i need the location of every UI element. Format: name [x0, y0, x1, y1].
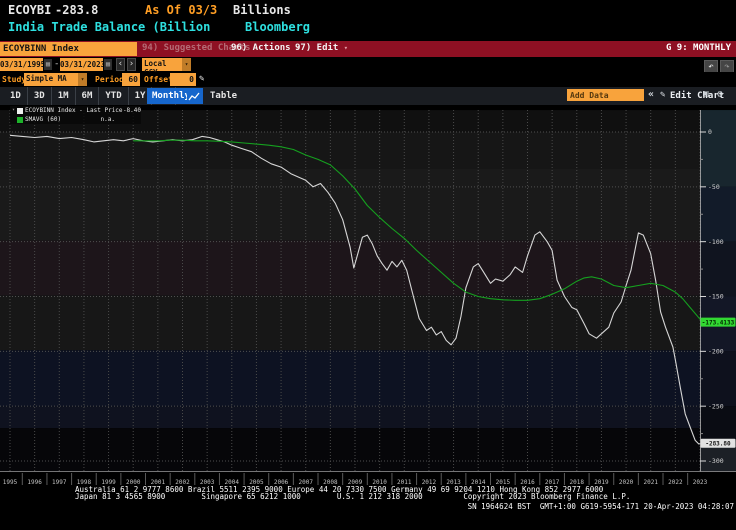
collapse-panel-icon[interactable]: «	[648, 89, 654, 100]
chart-plot-area[interactable]: 0-50-100-150-200-250-300 199519961997199…	[0, 105, 736, 487]
plot-band	[0, 132, 700, 168]
footer-terminal-info: SN 1964624 BST GMT+1:00 G619-5954-171 20…	[468, 502, 734, 511]
actions-menu-button[interactable]: 96) Actions ▾	[231, 43, 300, 53]
series2-swatch	[17, 117, 23, 123]
header-line1: ECOYBI -283.8 As Of 03/3 Billions	[0, 3, 736, 20]
tab-ytd[interactable]: YTD	[99, 87, 128, 105]
next-period-button[interactable]: ›	[127, 58, 136, 71]
series1-label: ECOYBINN Index - Last Price	[25, 106, 123, 115]
y-tick-label: -300	[708, 457, 724, 465]
tab-1d[interactable]: 1D	[4, 87, 28, 105]
prev-period-button[interactable]: ‹	[116, 58, 125, 71]
right-axis-strip	[700, 110, 736, 472]
badge-value: -283.80	[705, 441, 731, 448]
y-tick-label: -100	[708, 238, 724, 246]
table-button[interactable]: Table	[210, 87, 237, 105]
x-tick-label: 2022	[668, 479, 683, 486]
offset-input[interactable]	[170, 73, 196, 86]
x-tick-label: 1996	[27, 479, 42, 486]
plot-band	[0, 406, 700, 428]
x-tick-label: 2020	[619, 479, 634, 486]
chevron-down-icon: ▾	[10, 106, 17, 115]
y-tick-label: -200	[708, 348, 724, 356]
period-input[interactable]	[122, 73, 140, 86]
brand-label: Bloomberg	[245, 20, 310, 34]
units-label: Billions	[233, 3, 291, 17]
study-row: Study Simple MA ▾ Period Offset ✎	[0, 72, 736, 87]
ticker-last-value: -283.8	[55, 3, 98, 17]
badge-value: -173.4133	[702, 319, 735, 326]
date-range-row: ▦ - ▦ ‹ › Local CCY ▾	[0, 57, 736, 72]
series1-swatch	[17, 108, 23, 114]
study-select[interactable]: Simple MA	[24, 73, 78, 86]
as-of-label: As Of 03/3	[145, 3, 217, 17]
y-tick-label: -150	[708, 293, 724, 301]
legend-row-smavg[interactable]: SMAVG (60) n.a.	[10, 115, 141, 124]
axis-band	[700, 187, 736, 242]
x-tick-label: 2023	[693, 479, 708, 486]
line-chart-icon	[188, 91, 200, 103]
chart-legend: ▾ ECOYBINN Index - Last Price -8.40 SMAV…	[10, 106, 141, 124]
y-tick-label: -50	[708, 183, 720, 191]
pencil-icon: ✎	[660, 90, 665, 100]
axis-band	[700, 351, 736, 406]
add-data-input[interactable]	[567, 89, 644, 101]
chart-toolbar: 1D 3D 1M 6M YTD 1Y 5Y Max Monthly▼ Table…	[0, 87, 736, 105]
export-icon[interactable]: ▣	[703, 89, 708, 99]
tab-6m[interactable]: 6M	[76, 87, 100, 105]
command-bar: 94) Suggested Charts 96) Actions ▾ 97) E…	[0, 41, 736, 57]
calendar-icon[interactable]: ▦	[104, 59, 112, 70]
chevron-down-icon[interactable]: ▾	[78, 73, 87, 86]
series2-label: SMAVG (60)	[25, 115, 61, 124]
chart-type-button[interactable]	[187, 88, 201, 104]
plot-band	[0, 350, 700, 406]
footer-contacts-line2: Japan 81 3 4565 8900 Singapore 65 6212 1…	[75, 494, 630, 501]
y-tick-label: 0	[708, 128, 712, 136]
axis-band	[700, 406, 736, 441]
axis-band	[700, 110, 736, 187]
page-indicator: G 9: MONTHLY	[666, 43, 731, 53]
edit-menu-button[interactable]: 97) Edit ▾	[295, 43, 348, 53]
period-label: Period	[95, 75, 124, 84]
date-separator: -	[54, 59, 59, 69]
date-from-input[interactable]	[0, 58, 43, 71]
pencil-icon[interactable]: ✎	[199, 74, 204, 84]
currency-select[interactable]: Local CCY	[142, 58, 182, 71]
series1-value: -8.40	[123, 106, 141, 115]
chevron-down-icon: ▾	[344, 44, 348, 52]
tab-1m[interactable]: 1M	[52, 87, 76, 105]
plot-band	[0, 295, 700, 350]
x-tick-label: 1997	[52, 479, 67, 486]
date-to-input[interactable]	[60, 58, 103, 71]
chart-bands	[0, 110, 700, 472]
plot-band	[0, 428, 700, 472]
offset-label: Offset	[144, 75, 173, 84]
plot-band	[0, 168, 700, 240]
security-input[interactable]	[0, 42, 137, 56]
tab-3d[interactable]: 3D	[28, 87, 52, 105]
x-tick-label: 2021	[643, 479, 658, 486]
gear-icon[interactable]: ⚙	[717, 89, 723, 100]
axis-band	[700, 242, 736, 297]
y-tick-label: -250	[708, 402, 724, 410]
calendar-icon[interactable]: ▦	[44, 59, 52, 70]
legend-row-price[interactable]: ▾ ECOYBINN Index - Last Price -8.40	[10, 106, 141, 115]
page-title: India Trade Balance (Billion	[8, 20, 210, 34]
study-label: Study	[2, 75, 26, 84]
x-tick-label: 1995	[3, 479, 18, 486]
series2-value: n.a.	[101, 115, 115, 124]
chevron-down-icon[interactable]: ▾	[182, 58, 191, 71]
header-line2: India Trade Balance (Billion Bloomberg	[0, 20, 736, 37]
ticker: ECOYBI	[8, 3, 51, 17]
